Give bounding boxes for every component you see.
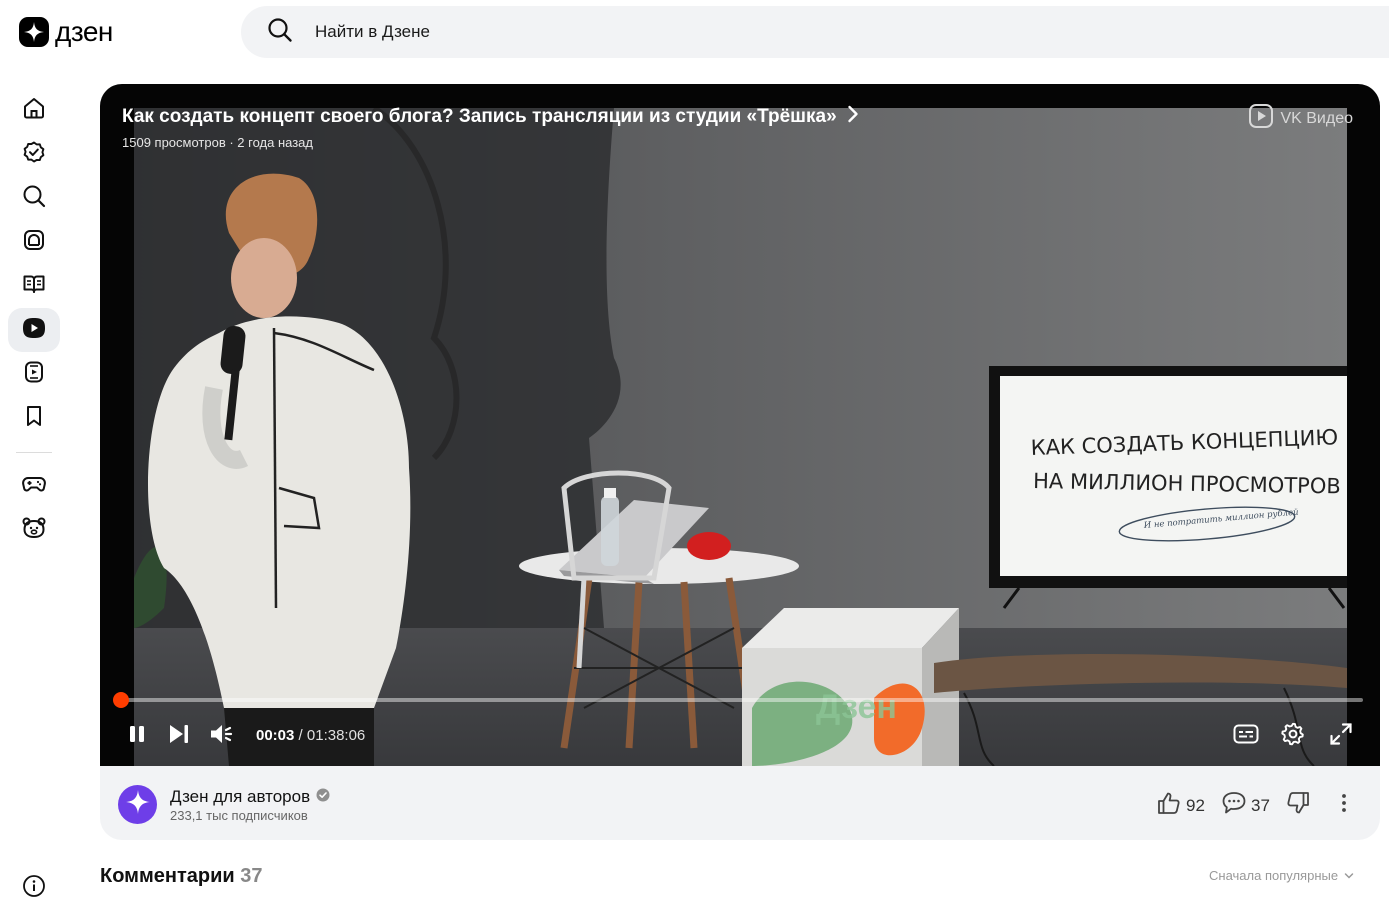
sidebar-item-bookmarks[interactable]	[8, 396, 60, 440]
comments-title: Комментарии	[100, 865, 235, 887]
news-icon	[22, 228, 46, 257]
channel-name-link[interactable]: Дзен для авторов	[170, 787, 330, 807]
comment-icon	[1221, 790, 1247, 821]
subtitles-icon	[1233, 723, 1259, 750]
video-title: Как создать концепт своего блога? Запись…	[122, 106, 837, 127]
chevron-down-icon	[1344, 868, 1354, 883]
bookmark-icon	[22, 404, 46, 433]
comments-button[interactable]: 37	[1221, 790, 1270, 821]
logo-text: дзен	[55, 16, 113, 47]
cube-logo-text: Дзен	[816, 688, 897, 726]
dzen-star-icon	[125, 790, 150, 819]
video-title-link[interactable]: Как создать концепт своего блога? Запись…	[122, 105, 859, 129]
sidebar-item-info[interactable]	[8, 866, 60, 902]
search-bar[interactable]: Найти в Дзене	[241, 6, 1389, 58]
sidebar-item-kids[interactable]	[8, 508, 60, 552]
sidebar-item-articles[interactable]	[8, 264, 60, 308]
sidebar-item-video[interactable]	[8, 308, 60, 352]
comment-count: 37	[1251, 795, 1270, 815]
like-count: 92	[1186, 795, 1205, 815]
channel-subscribers: 233,1 тыс подписчиков	[170, 808, 308, 823]
subtitles-button[interactable]	[1231, 720, 1261, 752]
sidebar	[8, 88, 60, 552]
search-icon	[22, 184, 46, 213]
volume-button[interactable]	[208, 720, 238, 752]
progress-bar[interactable]	[112, 692, 1363, 708]
vk-video-badge[interactable]: VK Видео	[1249, 104, 1353, 133]
search-icon	[267, 17, 293, 48]
like-button[interactable]: 92	[1156, 790, 1205, 821]
video-frame: Дзен КАК СОЗДАТЬ КОНЦЕПЦИЮ НА МИЛЛИОН ПР…	[134, 108, 1347, 766]
sidebar-item-news[interactable]	[8, 220, 60, 264]
time-total: 01:38:06	[306, 727, 366, 744]
more-button[interactable]	[1334, 790, 1354, 821]
video-card: Дзен КАК СОЗДАТЬ КОНЦЕПЦИЮ НА МИЛЛИОН ПР…	[100, 84, 1380, 840]
more-vertical-icon	[1334, 790, 1354, 821]
sidebar-item-shorts[interactable]	[8, 352, 60, 396]
video-icon	[21, 316, 47, 345]
time-display: 00:03 / 01:38:06	[256, 727, 365, 744]
comments-heading: Комментарии 37	[100, 865, 263, 888]
fullscreen-icon	[1329, 722, 1353, 751]
time-current: 00:03	[256, 727, 295, 744]
sidebar-item-home[interactable]	[8, 88, 60, 132]
time-separator: /	[294, 727, 307, 744]
pause-button[interactable]	[124, 720, 150, 752]
search-input[interactable]: Найти в Дзене	[315, 22, 430, 42]
fullscreen-button[interactable]	[1326, 720, 1356, 752]
info-icon	[22, 874, 46, 902]
articles-icon	[22, 272, 46, 301]
shorts-icon	[22, 360, 46, 389]
pause-icon	[127, 724, 147, 749]
volume-icon	[209, 722, 237, 751]
channel-name: Дзен для авторов	[170, 787, 311, 806]
gear-icon	[1281, 722, 1305, 751]
next-button[interactable]	[166, 720, 192, 752]
dislike-button[interactable]	[1285, 790, 1311, 821]
vk-video-icon	[1249, 104, 1274, 133]
dzen-logo-icon	[19, 17, 49, 47]
chevron-right-icon	[847, 105, 859, 129]
sidebar-divider	[16, 452, 52, 453]
channel-avatar[interactable]	[118, 785, 157, 824]
sort-label: Сначала популярные	[1209, 868, 1339, 883]
thumb-up-icon	[1156, 790, 1182, 821]
subscriptions-icon	[22, 140, 46, 169]
sidebar-item-search[interactable]	[8, 176, 60, 220]
video-meta: 1509 просмотров · 2 года назад	[122, 135, 313, 150]
verified-icon	[316, 787, 330, 807]
home-icon	[22, 96, 46, 125]
video-player[interactable]: Дзен КАК СОЗДАТЬ КОНЦЕПЦИЮ НА МИЛЛИОН ПР…	[100, 84, 1380, 766]
comments-count: 37	[240, 865, 263, 887]
progress-handle[interactable]	[112, 692, 129, 708]
gamepad-icon	[21, 472, 47, 501]
settings-button[interactable]	[1278, 720, 1308, 752]
comments-sort-dropdown[interactable]: Сначала популярные	[1209, 868, 1354, 883]
kids-icon	[21, 516, 47, 545]
sidebar-item-games[interactable]	[8, 464, 60, 508]
vk-video-label: VK Видео	[1280, 109, 1353, 127]
skip-next-icon	[168, 723, 190, 750]
dzen-logo[interactable]: дзен	[19, 17, 113, 47]
sidebar-item-subscriptions[interactable]	[8, 132, 60, 176]
thumb-down-icon	[1285, 790, 1311, 821]
